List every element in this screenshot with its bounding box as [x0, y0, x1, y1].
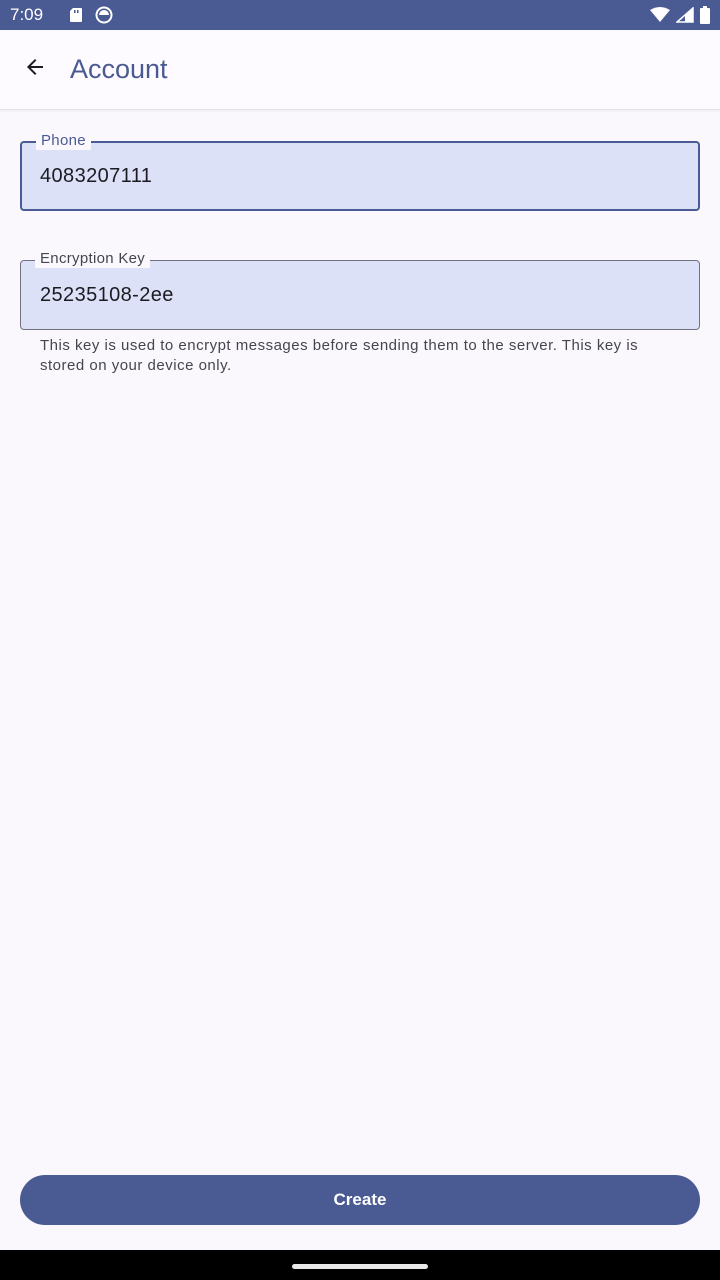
back-button[interactable] [11, 46, 59, 94]
phone-field[interactable]: Phone 4083207111 [20, 132, 700, 211]
page-title: Account [70, 54, 168, 84]
sd-card-icon [69, 7, 83, 23]
status-bar: 7:09 [0, 0, 720, 30]
arrow-back-icon [23, 55, 47, 84]
wifi-icon [650, 7, 670, 23]
create-button[interactable]: Create [20, 1175, 700, 1225]
encryption-key-helper-text: This key is used to encrypt messages bef… [40, 337, 639, 374]
status-time: 7:09 [10, 5, 44, 24]
battery-icon [700, 6, 710, 24]
status-right [650, 6, 710, 24]
status-left: 7:09 [10, 5, 113, 25]
encryption-key-field-value[interactable]: 25235108-2ee [40, 261, 174, 329]
sync-icon [95, 6, 113, 24]
navigation-bar [0, 1250, 720, 1280]
gesture-handle[interactable] [292, 1263, 428, 1269]
app-bar: Account [0, 30, 720, 110]
signal-icon [676, 7, 694, 23]
encryption-key-field[interactable]: Encryption Key 25235108-2ee [20, 250, 700, 330]
phone-field-value[interactable]: 4083207111 [40, 143, 152, 209]
